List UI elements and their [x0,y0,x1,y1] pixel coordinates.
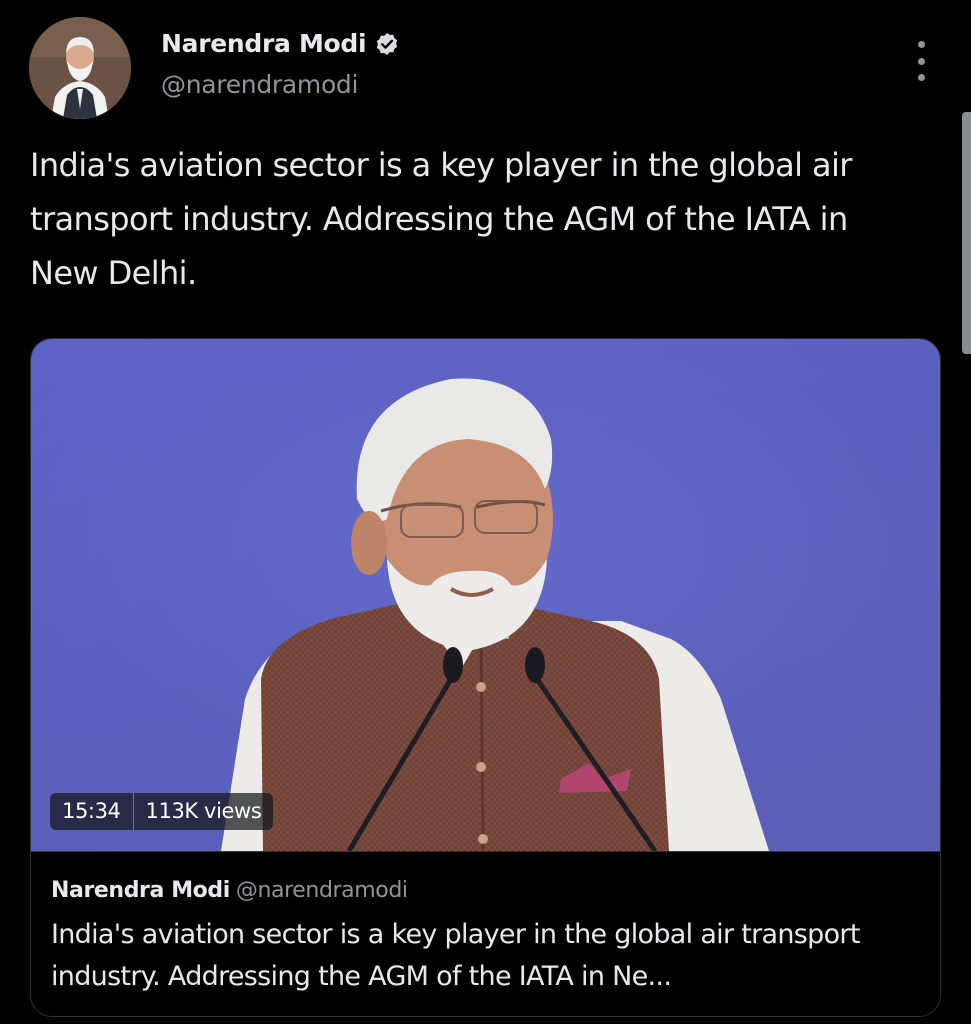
video-player[interactable]: 15:34 113K views [31,339,940,851]
link-card-preview[interactable]: Narendra Modi @narendramodi India's aviat… [31,851,940,1016]
more-vertical-icon [917,41,925,48]
post-text: India's aviation sector is a key player … [30,146,852,292]
more-vertical-icon-dot [917,74,925,81]
author-name[interactable]: Narendra Modi [161,29,367,58]
link-card-author-handle: @narendramodi [235,878,408,903]
video-thumbnail [31,339,940,851]
more-options-button[interactable] [909,41,933,81]
author-handle[interactable]: @narendramodi [161,70,358,99]
link-card-header: Narendra Modi @narendramodi [51,878,408,903]
author-name-row: Narendra Modi [161,29,400,58]
video-badges: 15:34 113K views [50,793,274,830]
video-views: 113K views [132,793,274,830]
avatar-image [29,17,131,119]
more-vertical-icon-dot [917,57,925,65]
link-card-author-name: Narendra Modi [51,878,230,903]
video-card[interactable]: 15:34 113K views Narendra Modi @narendram… [30,338,941,1017]
link-card-text: India's aviation sector is a key player … [51,919,860,992]
post-header: Narendra Modi @narendramodi [29,17,949,121]
avatar[interactable] [29,17,131,119]
verified-badge-icon [374,31,400,57]
scrollbar[interactable] [962,112,971,354]
video-duration: 15:34 [62,799,121,823]
